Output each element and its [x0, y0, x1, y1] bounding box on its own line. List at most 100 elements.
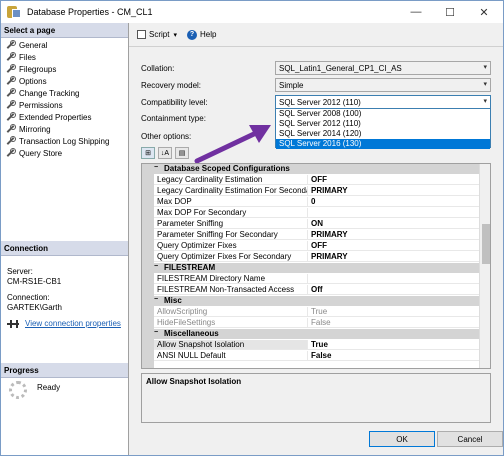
wrench-icon — [5, 124, 16, 134]
compatibility-level-value: SQL Server 2012 (110) — [279, 98, 361, 107]
property-value[interactable]: True — [308, 340, 479, 350]
grid-property-row[interactable]: Max DOP For Secondary — [154, 208, 479, 218]
page-item-change-tracking[interactable]: Change Tracking — [5, 87, 109, 99]
connection-header: Connection — [1, 241, 128, 256]
page-item-query-store[interactable]: Query Store — [5, 147, 109, 159]
script-dropdown-caret[interactable]: ▾ — [173, 31, 177, 39]
property-name: Max DOP For Secondary — [154, 208, 308, 218]
grid-property-row[interactable]: Parameter Sniffing For Secondary PRIMARY — [154, 230, 479, 240]
wrench-icon — [5, 76, 16, 86]
wrench-icon — [5, 40, 16, 50]
recovery-model-value: Simple — [279, 81, 304, 90]
dropdown-option[interactable]: SQL Server 2012 (110) — [276, 119, 490, 129]
wrench-icon — [5, 112, 16, 122]
grid-category-label: Misc — [164, 296, 182, 305]
property-name: Max DOP — [154, 197, 308, 207]
scrollbar-thumb[interactable] — [482, 224, 490, 264]
dropdown-option-selected[interactable]: SQL Server 2016 (130) — [276, 139, 490, 149]
page-item-transaction-log-shipping[interactable]: Transaction Log Shipping — [5, 135, 109, 147]
collapse-toggle-icon[interactable]: − — [154, 263, 162, 273]
grid-property-row[interactable]: Legacy Cardinality Estimation OFF — [154, 175, 479, 185]
server-label: Server: — [7, 267, 33, 276]
page-item-mirroring[interactable]: Mirroring — [5, 123, 109, 135]
chevron-down-icon: ▾ — [483, 81, 487, 88]
script-label: Script — [149, 30, 170, 39]
property-value[interactable]: True — [308, 307, 479, 317]
grid-property-row[interactable]: FILESTREAM Directory Name — [154, 274, 479, 284]
recovery-model-combo[interactable]: Simple ▾ — [275, 78, 491, 92]
property-value[interactable]: PRIMARY — [308, 230, 479, 240]
compatibility-level-label: Compatibility level: — [141, 98, 208, 107]
grid-property-row[interactable]: FILESTREAM Non-Transacted Access Off — [154, 285, 479, 295]
collapse-toggle-icon[interactable]: − — [154, 296, 162, 306]
grid-property-row[interactable]: Allow Snapshot Isolation True — [154, 340, 479, 350]
property-value[interactable]: OFF — [308, 175, 479, 185]
collation-combo[interactable]: SQL_Latin1_General_CP1_CI_AS ▾ — [275, 61, 491, 75]
grid-property-row[interactable]: AllowScripting True — [154, 307, 479, 317]
grid-scrollbar[interactable] — [479, 164, 490, 368]
wrench-icon — [5, 136, 16, 146]
collation-label: Collation: — [141, 64, 175, 73]
dropdown-option[interactable]: SQL Server 2014 (120) — [276, 129, 490, 139]
page-item-extended-properties[interactable]: Extended Properties — [5, 111, 109, 123]
property-value[interactable]: False — [308, 351, 479, 361]
property-pages-button[interactable]: ▤ — [175, 147, 189, 159]
page-item-files[interactable]: Files — [5, 51, 109, 63]
maximize-button[interactable]: ☐ — [433, 1, 467, 23]
grid-property-row[interactable]: Query Optimizer Fixes For Secondary PRIMA… — [154, 252, 479, 262]
collapse-toggle-icon[interactable]: − — [154, 164, 162, 174]
connection-info: Server: CM-RS1E-CB1 Connection: GARTEK\G… — [7, 267, 121, 329]
property-value[interactable] — [308, 208, 479, 218]
script-button[interactable]: Script — [137, 30, 169, 39]
categorized-sort-button[interactable]: ⊞ — [141, 147, 155, 159]
grid-category-row[interactable]: − FILESTREAM — [154, 263, 479, 273]
property-value[interactable]: Off — [308, 285, 479, 295]
property-value[interactable]: 0 — [308, 197, 479, 207]
property-value[interactable]: ON — [308, 219, 479, 229]
progress-status: Ready — [37, 383, 61, 392]
property-value[interactable]: PRIMARY — [308, 186, 479, 196]
compatibility-level-dropdown: SQL Server 2008 (100) SQL Server 2012 (1… — [275, 108, 491, 149]
grid-category-row[interactable]: − Misc — [154, 296, 479, 306]
grid-property-row[interactable]: HideFileSettings False — [154, 318, 479, 328]
help-button[interactable]: ? Help — [186, 29, 216, 40]
grid-category-row[interactable]: − Miscellaneous — [154, 329, 479, 339]
page-label: Files — [19, 52, 36, 62]
view-connection-properties-link[interactable]: View connection properties — [7, 319, 121, 329]
page-list: General Files Filegroups Options Change … — [5, 39, 109, 159]
grid-property-row[interactable]: Parameter Sniffing ON — [154, 219, 479, 229]
wrench-icon — [5, 52, 16, 62]
chevron-down-icon: ▾ — [483, 98, 487, 105]
compatibility-level-combo[interactable]: SQL Server 2012 (110) ▾ — [275, 95, 491, 109]
view-connection-properties-label: View connection properties — [25, 319, 121, 328]
page-label: General — [19, 40, 48, 50]
dropdown-option[interactable]: SQL Server 2008 (100) — [276, 109, 490, 119]
page-item-general[interactable]: General — [5, 39, 109, 51]
page-item-permissions[interactable]: Permissions — [5, 99, 109, 111]
property-value[interactable]: False — [308, 318, 479, 328]
grid-property-row[interactable]: Legacy Cardinality Estimation For Second… — [154, 186, 479, 196]
property-value[interactable]: PRIMARY — [308, 252, 479, 262]
close-button[interactable]: ✕ — [467, 1, 501, 23]
progress-spinner-icon — [9, 381, 27, 399]
window-title: Database Properties - CM_CL1 — [27, 7, 153, 17]
grid-property-row[interactable]: Max DOP 0 — [154, 197, 479, 207]
page-label: Mirroring — [19, 124, 51, 134]
page-label: Change Tracking — [19, 88, 80, 98]
help-icon: ? — [186, 29, 197, 40]
property-value[interactable] — [308, 274, 479, 284]
property-name: Parameter Sniffing — [154, 219, 308, 229]
minimize-button[interactable]: — — [399, 1, 433, 23]
property-value[interactable]: OFF — [308, 241, 479, 251]
grid-property-row[interactable]: ANSI NULL Default False — [154, 351, 479, 361]
ok-button[interactable]: OK — [369, 431, 435, 447]
collapse-toggle-icon[interactable]: − — [154, 329, 162, 339]
grid-category-row[interactable]: − Database Scoped Configurations — [154, 164, 479, 174]
cancel-button[interactable]: Cancel — [437, 431, 503, 447]
page-label: Query Store — [19, 148, 63, 158]
grid-property-row[interactable]: Query Optimizer Fixes OFF — [154, 241, 479, 251]
server-value: CM-RS1E-CB1 — [7, 277, 62, 286]
alphabetical-sort-button[interactable]: ↓A — [158, 147, 172, 159]
page-item-filegroups[interactable]: Filegroups — [5, 63, 109, 75]
page-item-options[interactable]: Options — [5, 75, 109, 87]
